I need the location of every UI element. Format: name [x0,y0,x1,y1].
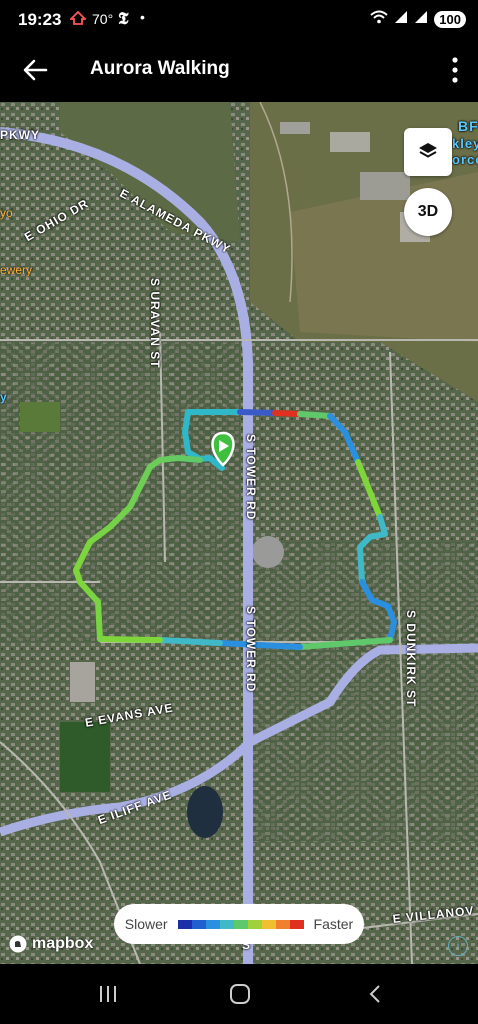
y-fragment-label: y [0,390,8,404]
brewery-fragment-label: ewery [0,263,33,277]
s-tower-rd-north-label: S TOWER RD [244,434,258,521]
pkwy-fragment-label: PKWY [0,128,40,142]
status-temperature: 70° [92,11,114,27]
recent-apps-icon[interactable] [96,982,120,1006]
legend-swatch [205,919,220,929]
legend-swatch [191,919,206,929]
legend-swatch [289,919,304,929]
yo-fragment-label: yo [0,206,13,220]
legend-color-bar [177,919,304,929]
more-options-icon[interactable] [450,54,460,86]
s-uravan-st-label: S URAVAN ST [148,278,162,369]
battery-indicator: 100 [434,11,466,28]
mapbox-brand: mapbox [32,935,94,952]
back-nav-icon[interactable] [364,982,388,1006]
wifi-icon [370,10,388,29]
page-title: Aurora Walking [90,58,230,79]
pace-legend: Slower Faster [114,904,364,944]
legend-swatch [233,919,248,929]
3d-toggle-button[interactable]: 3D [404,188,452,236]
home-button-icon[interactable] [228,982,252,1006]
layers-icon [419,143,437,158]
signal-icon-2 [414,10,428,29]
notification-dot: • [140,9,145,25]
home-icon [68,10,88,28]
satellite-map [0,102,478,964]
news-icon: 𝕿 [118,9,129,28]
legend-swatch [261,919,276,929]
back-arrow-icon[interactable] [20,54,52,86]
app-bar: Aurora Walking [0,40,478,102]
legend-faster-label: Faster [313,916,354,932]
mapbox-icon [9,935,27,953]
legend-swatch [219,919,234,929]
mapbox-logo[interactable]: mapbox [8,934,93,954]
legend-swatch [247,919,262,929]
legend-slower-label: Slower [124,916,168,932]
system-nav-bar [0,964,478,1024]
bf-fragment-label: BF [458,118,478,134]
status-time: 19:23 [18,10,62,29]
s-tower-rd-south-label: S TOWER RD [244,606,258,693]
legend-swatch [275,919,290,929]
signal-icon [394,10,408,29]
orce-fragment-label: orce [452,152,478,167]
info-icon[interactable]: i [448,936,468,956]
status-bar: 19:23 70° 𝕿 • 100 [0,0,478,40]
layers-button[interactable] [404,128,452,176]
s-dunkirk-st-label: S DUNKIRK ST [404,610,418,708]
legend-swatch [177,919,192,929]
kley-fragment-label: kley [452,136,478,151]
map-view[interactable]: PKWY E ALAMEDA PKWY E OHIO DR S URAVAN S… [0,102,478,964]
